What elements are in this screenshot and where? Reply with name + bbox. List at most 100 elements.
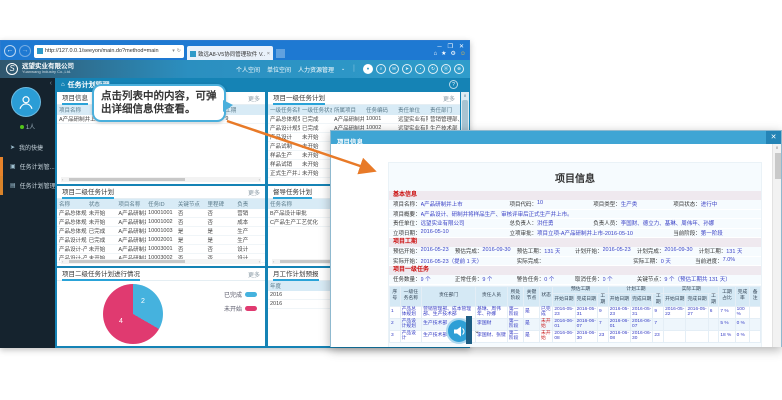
nav-circle-icon[interactable]: ✉ [389, 64, 399, 74]
nav-item-org-space[interactable]: 单位空间 [267, 65, 291, 74]
field-value[interactable]: 9 个 [482, 275, 492, 283]
nav-circle-icon[interactable]: ◔ [415, 64, 425, 74]
cell: 10001 [364, 115, 396, 124]
table-row[interactable]: 产品总体规划已完成A产品研制并上市10001远望实业有限公司营销管理部、成本管… [268, 115, 460, 124]
cell: 2016 [268, 291, 332, 300]
popup-titlebar[interactable]: 项目信息 ✕ [331, 131, 781, 144]
field-value[interactable]: 2016-09-30 [664, 247, 692, 255]
tab-close-icon[interactable]: × [267, 51, 270, 57]
field-value[interactable]: 2016-05-23（提前 1 天） [421, 257, 483, 265]
nav-circle-icon[interactable]: ⊕ [454, 64, 464, 74]
scroll-down-icon[interactable]: ⌄ [474, 327, 480, 335]
field-value[interactable]: 10 [537, 200, 543, 208]
field-value[interactable]: 生产类 [621, 200, 638, 208]
field-value[interactable]: 2016-09-30 [482, 247, 510, 255]
nav-circle-icon[interactable]: ⌕ [376, 64, 386, 74]
h-scrollbar[interactable]: ‹› [61, 177, 261, 182]
field-label: 项目概要： [393, 210, 421, 218]
table-row[interactable]: 产品设计-产品外形设计未开始A产品研制并上市10003001否否设计 [57, 245, 265, 254]
more-link[interactable]: 更多 [248, 94, 260, 103]
nav-circle-icon[interactable]: Ⓐ [441, 64, 451, 74]
scrollbar-thumb[interactable] [775, 153, 781, 179]
address-dropdown-icon[interactable]: ▾ [172, 48, 175, 54]
scroll-up-icon[interactable]: ∧ [461, 92, 469, 99]
window-close-button[interactable]: ✕ [459, 44, 464, 50]
nav-circle-icon[interactable]: ➤ [402, 64, 412, 74]
more-link[interactable]: 更多 [443, 94, 455, 103]
more-link[interactable]: 更多 [248, 270, 260, 279]
chevron-down-icon[interactable]: ⌄ [341, 66, 345, 72]
user-avatar[interactable] [11, 87, 41, 117]
smiley-feedback-icon[interactable]: ☺ [460, 51, 466, 58]
field-label: 实际开始： [393, 257, 421, 265]
nav-item-hr-management[interactable]: 人力资源管理 [298, 65, 334, 74]
field-value[interactable]: 洪任勇 [537, 219, 554, 227]
favorites-star-icon[interactable]: ★ [441, 51, 446, 58]
cell [686, 318, 708, 330]
field-value[interactable]: 进行中 [701, 200, 718, 208]
field-value[interactable]: 7.0% [723, 257, 736, 265]
window-maximize-button[interactable]: ❐ [448, 44, 453, 50]
more-link[interactable]: 更多 [248, 188, 260, 197]
address-bar[interactable]: http://127.0.0.1/seeyon/main.do?method=m… [34, 45, 184, 58]
sidebar-collapse-icon[interactable]: ‹ [50, 80, 52, 87]
scrollbar-bottom-thumb[interactable] [466, 316, 472, 344]
refresh-icon[interactable]: ↻ [177, 48, 181, 54]
field: 取消任务：0 个 [575, 275, 637, 283]
column-header: 所属项目 [332, 105, 364, 115]
cell: 产品试制 [268, 142, 300, 151]
field-value[interactable]: 9 个（预估工期共 131 天） [664, 275, 730, 283]
cell: 2016 [268, 300, 332, 309]
legend-label: 未开始 [224, 304, 242, 313]
field-value[interactable]: 0 个 [603, 275, 613, 283]
field-value[interactable]: 远望实业有限公司 [421, 219, 465, 227]
h-scrollbar[interactable]: ‹› [61, 259, 261, 264]
field-value[interactable]: 李国财、德立力、基琳、周伟年、孙娜 [621, 219, 715, 227]
back-button[interactable]: ← [4, 45, 16, 57]
field-value[interactable]: 0 天 [661, 257, 671, 265]
browser-tab[interactable]: 致远A8-V5协同管理软件 V.. × [187, 46, 273, 61]
settings-gear-icon[interactable]: ⚙ [450, 51, 455, 58]
field-value[interactable]: 0 个 [544, 275, 554, 283]
field-value[interactable]: 第一阶段 [701, 229, 723, 237]
app-header: S 远望实业有限公司 Yuanwang Industry Co.,Ltd. 个人… [0, 60, 470, 78]
field-value[interactable]: 9 个 [421, 275, 431, 283]
table-row[interactable]: 产品总体规划-产品总体规划管理部分未开始A产品研制并上市10001001否否营销 [57, 209, 265, 218]
field-value[interactable]: 2016-05-10 [421, 229, 449, 237]
help-button[interactable]: ? [449, 80, 458, 89]
cell: 产品设计 [400, 330, 422, 342]
scroll-up-icon[interactable]: ∧ [773, 144, 781, 151]
field-value[interactable]: A产品设计、研制并将样品生产、审核评审后正式生产并上市。 [421, 210, 573, 218]
field-value[interactable]: A产品研制并上市 [421, 200, 463, 208]
nav-item-personal-space[interactable]: 个人空间 [236, 65, 260, 74]
forward-button[interactable]: → [19, 45, 31, 57]
cell: 第一阶段 [507, 306, 523, 318]
cell: 3 [390, 330, 401, 342]
field-value[interactable]: 项目立项-A产品研制并上市-2016-05-10 [537, 229, 633, 237]
nav-circle-icon[interactable]: ↻ [428, 64, 438, 74]
home-icon[interactable]: ⌂ [433, 51, 437, 58]
section-header-level1: 项目一级任务 [389, 266, 761, 275]
window-minimize-button[interactable]: ─ [437, 44, 441, 50]
scrollbar-thumb[interactable] [462, 100, 468, 134]
cell: 9 [223, 115, 265, 124]
field-value[interactable]: 131 天 [544, 247, 560, 255]
field-value[interactable]: 2016-05-23 [603, 247, 631, 255]
column-header: 一级任务名称 [400, 286, 422, 306]
table-row[interactable]: 产品设计规划已完成A产品研制并上市10002001是是生产 [57, 236, 265, 245]
new-tab-button[interactable] [276, 49, 285, 58]
table-row[interactable]: 产品总体规划-产品总体规划成本部分未开始A产品研制并上市10001002否否成本 [57, 218, 265, 227]
field-value[interactable]: 131 天 [726, 247, 742, 255]
sidebar-item-task-plan[interactable]: ▣ 任务计划管... [0, 157, 55, 176]
popup-close-button[interactable]: ✕ [766, 131, 781, 144]
popup-scrollbar[interactable]: ∧ [772, 144, 781, 347]
nav-circle-icon[interactable]: ● [363, 64, 373, 74]
field-label: 预估开始： [393, 247, 421, 255]
column-header: 开始日期 [553, 293, 575, 306]
sidebar-item-my-shortcuts[interactable]: ➤ 我的快捷 [0, 138, 55, 157]
url-text[interactable]: http://127.0.0.1/seeyon/main.do?method=m… [45, 48, 170, 54]
field-value[interactable]: 2016-05-23 [421, 247, 449, 255]
table-row[interactable]: 产品总体规划-产品总体规划技术部分及C..已完成A产品研制并上市10001003… [57, 227, 265, 236]
column-header: 开始日期 [608, 293, 630, 306]
sidebar-item-task-plan-mgmt[interactable]: ▤ 任务计划管理 [0, 176, 55, 195]
